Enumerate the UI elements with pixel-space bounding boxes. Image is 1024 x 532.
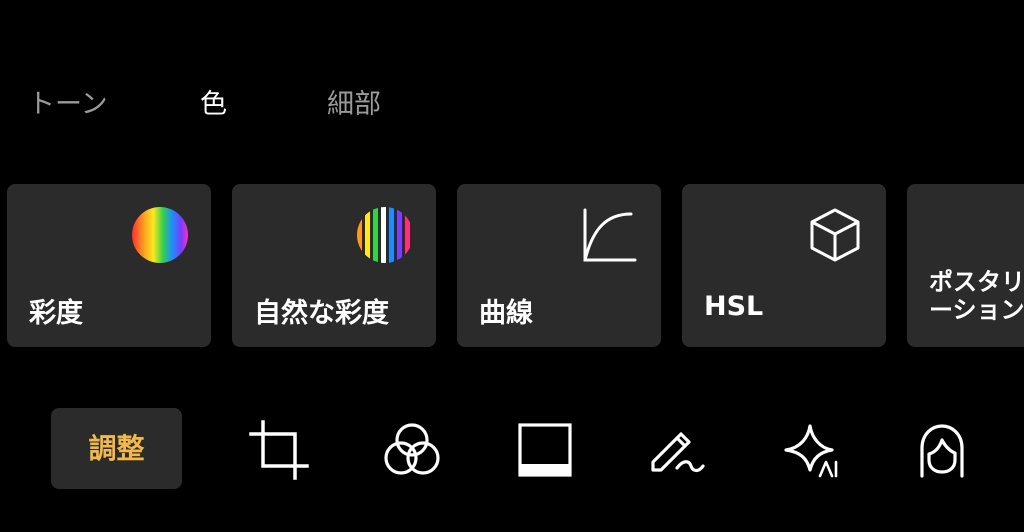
filter-circles-icon[interactable] (382, 420, 442, 480)
card-label-vibrance: 自然な彩度 (254, 298, 389, 329)
curve-icon (581, 206, 639, 264)
crop-icon[interactable] (249, 420, 309, 480)
pen-icon[interactable] (647, 420, 707, 480)
card-hsl[interactable]: HSL (682, 184, 886, 347)
card-label-posterize: ポスタリゼーション (929, 268, 1024, 324)
adjust-button[interactable]: 調整 (51, 408, 182, 489)
card-label-hsl: HSL (704, 291, 764, 322)
card-label-curve: 曲線 (479, 298, 533, 329)
tab-detail[interactable]: 細部 (327, 82, 381, 128)
vibrance-stripes-icon (356, 206, 414, 264)
tab-color[interactable]: 色 (200, 82, 227, 128)
saturation-gradient-icon (131, 206, 189, 264)
card-curve[interactable]: 曲線 (457, 184, 661, 347)
card-posterize[interactable]: ポスタリゼーション (907, 184, 1024, 347)
cube-icon (806, 206, 864, 264)
frame-icon[interactable] (515, 420, 575, 480)
tab-tone[interactable]: トーン (28, 82, 108, 128)
card-saturation[interactable]: 彩度 (7, 184, 211, 347)
card-label-saturation: 彩度 (29, 298, 83, 329)
portrait-icon[interactable] (912, 420, 972, 480)
card-vibrance[interactable]: 自然な彩度 (232, 184, 436, 347)
category-tabs: トーン 色 細部 (0, 82, 1024, 128)
tool-cards-row: 彩度 自然な彩度 曲線 HSL ポスタリ ーション (0, 184, 1024, 348)
bottom-toolbar: 調整 (0, 404, 1024, 492)
ai-magic-icon[interactable] (780, 420, 840, 480)
